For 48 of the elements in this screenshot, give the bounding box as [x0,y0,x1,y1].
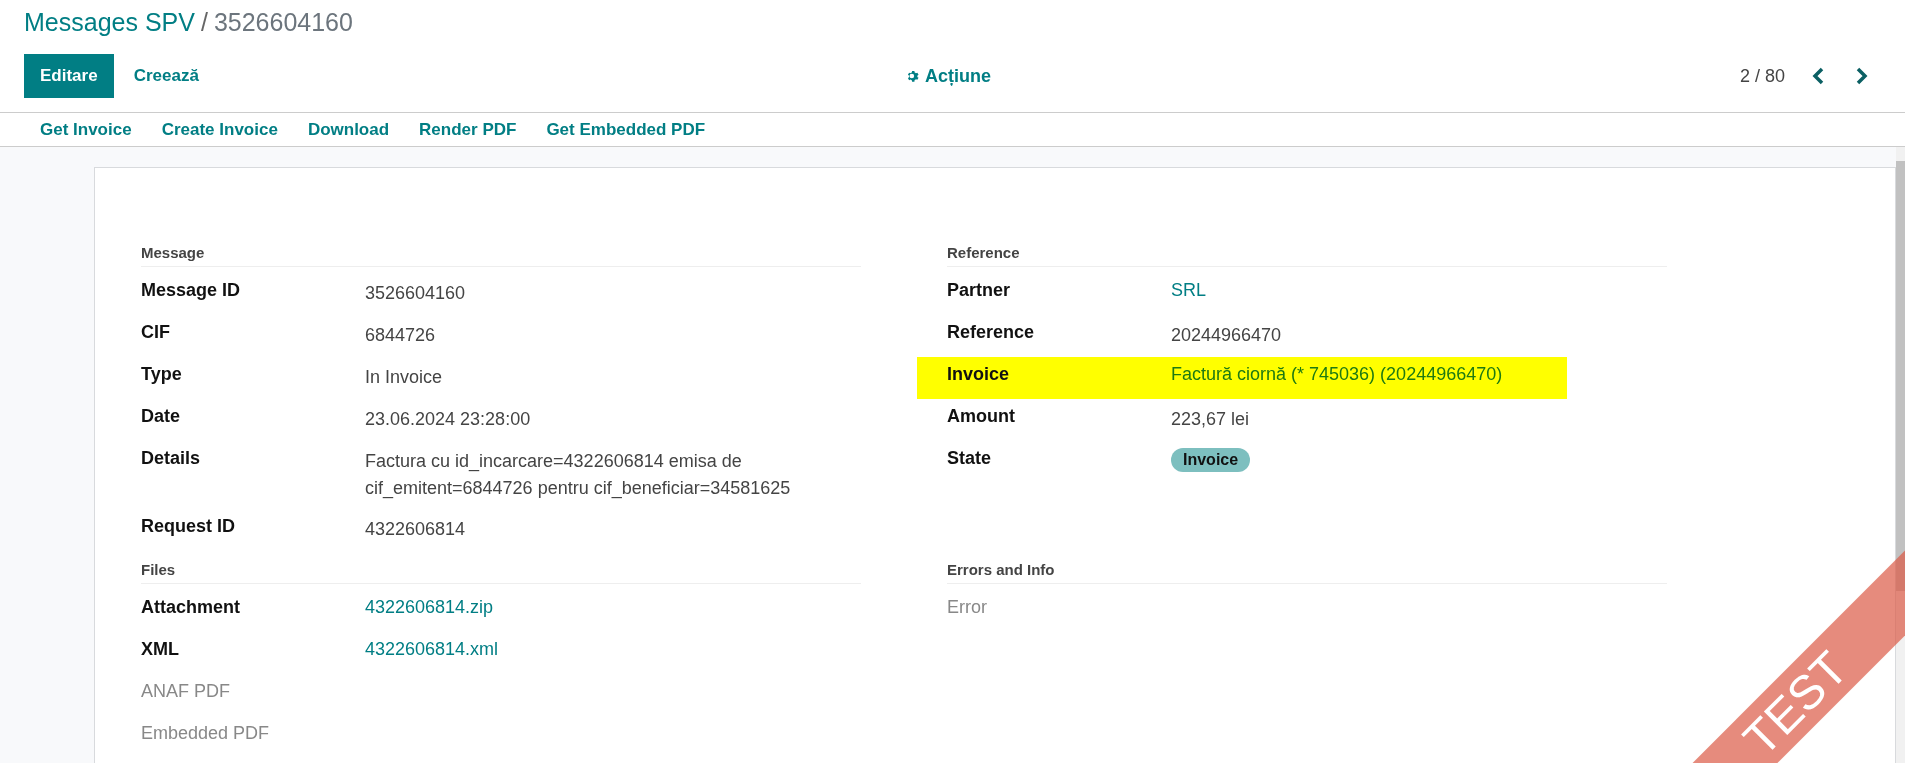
field-value: 223,67 lei [1171,408,1251,431]
field-label: Message ID [141,280,242,301]
field-value: 20244966470 [1171,324,1283,347]
create-button[interactable]: Creează [121,54,211,98]
chevron-right-icon [1855,67,1869,85]
field-label: Attachment [141,597,241,618]
field-label: Embedded PDF [141,723,271,744]
action-menu-button[interactable]: Acțiune [900,64,997,88]
field-label: Details [141,448,202,469]
header-button[interactable]: Download [297,119,400,140]
field-label: Amount [947,406,1016,427]
field-value: 4322606814 [365,518,467,541]
field-value: Factura cu id_incarcare=4322606814 emisa de cif_emitent=6844726 pentru cif_beneficiar=34581625 [365,450,792,501]
group-title: Message [141,244,861,267]
field-label: Type [141,364,183,385]
header-button[interactable]: Create Invoice [151,119,288,140]
field-label: Date [141,406,181,427]
group-title: Errors and Info [947,561,1667,584]
chevron-left-icon [1811,67,1825,85]
status-badge: Invoice [1171,448,1251,472]
field-link[interactable]: 4322606814.zip [365,597,861,618]
breadcrumb-separator: / [200,8,208,37]
field-label: Invoice [947,364,1011,385]
field-label: ANAF PDF [141,681,231,702]
field-link[interactable]: SRL [1171,280,1667,301]
header-button[interactable]: Render PDF [409,119,527,140]
field-value: 23.06.2024 23:28:00 [365,408,532,431]
edit-button[interactable]: Editare [24,54,114,98]
gear-icon [906,69,920,83]
pager-counter: 2 / 80 [1739,65,1785,87]
header-button[interactable]: Get Embedded PDF [536,119,716,140]
field-link[interactable]: 4322606814.xml [365,639,861,660]
field-link[interactable]: Factură ciornă (* 745036) (20244966470) [1171,364,1567,385]
field-value: 3526604160 [365,282,467,305]
header-button[interactable]: Get Invoice [30,119,142,140]
group-title: Files [141,561,861,584]
field-label: XML [141,639,180,660]
field-label: Error [947,597,988,618]
field-label: State [947,448,992,469]
field-label: Partner [947,280,1012,301]
field-label: CIF [141,322,171,343]
breadcrumb-link[interactable]: Messages SPV [24,8,195,37]
field-value: 6844726 [365,324,437,347]
field-value: In Invoice [365,366,444,389]
field-label: Reference [947,322,1036,343]
group-title: Reference [947,244,1667,267]
field-label: Request ID [141,516,237,537]
breadcrumb-current: 3526604160 [213,8,353,37]
